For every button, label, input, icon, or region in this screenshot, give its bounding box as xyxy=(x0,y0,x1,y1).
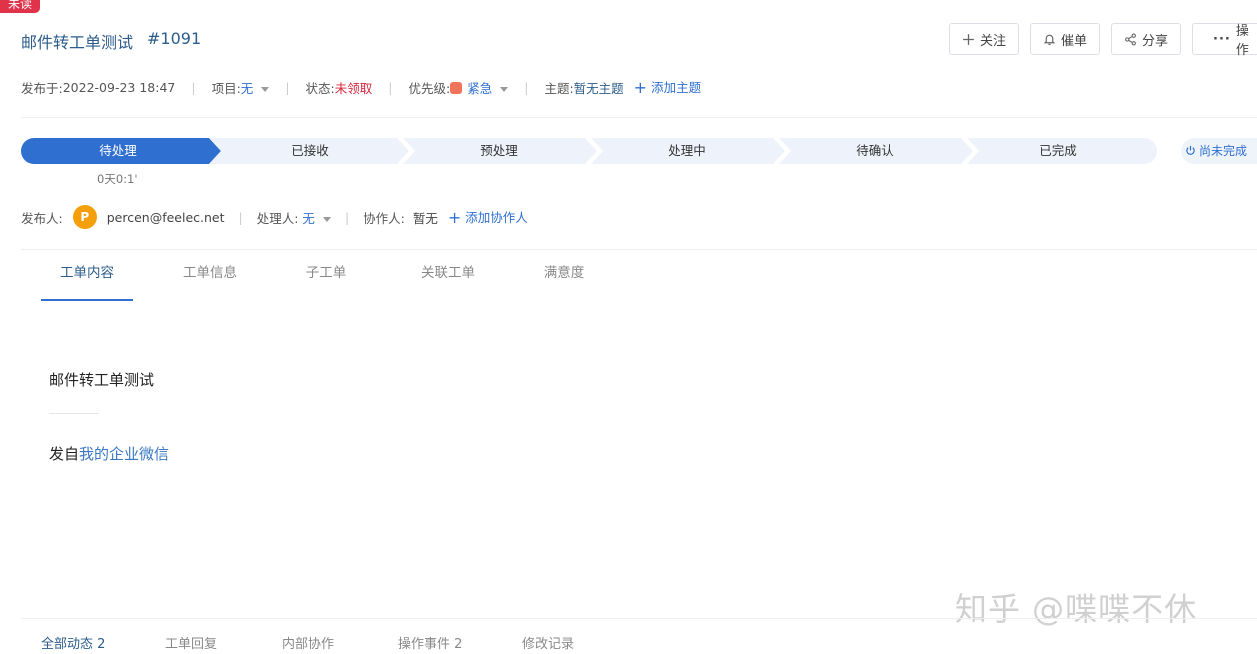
ticket-meta: 发布于: 2022-09-23 18:47 | 项目: 无 | 状态: 未领取 … xyxy=(21,77,702,97)
divider xyxy=(21,117,1257,118)
divider xyxy=(21,618,1257,619)
avatar: P xyxy=(72,205,97,229)
ticket-title-text: 邮件转工单测试 xyxy=(21,33,134,52)
top-actions: 关注 催单 分享 ··· 操作 xyxy=(949,23,1257,58)
ticket-title: 邮件转工单测试 #1091 xyxy=(21,29,201,53)
tab-related-ticket[interactable]: 关联工单 xyxy=(407,256,489,301)
collaborator-value: 暂无 xyxy=(412,210,438,226)
chevron-down-icon xyxy=(322,216,331,222)
more-icon: ··· xyxy=(1213,31,1231,47)
content-title: 邮件转工单测试 xyxy=(49,371,155,389)
tab-operation-events[interactable]: 操作事件 2 xyxy=(398,633,522,652)
tab-edit-history[interactable]: 修改记录 xyxy=(522,633,574,652)
ticket-number: #1091 xyxy=(147,29,202,48)
progress-steps: 待处理 已接收 预处理 处理中 待确认 已完成 xyxy=(21,138,1157,164)
ticket-tabs: 工单内容 工单信息 子工单 关联工单 满意度 xyxy=(41,256,595,301)
step-done[interactable]: 已完成 xyxy=(969,138,1147,164)
chevron-down-icon xyxy=(500,86,509,92)
divider xyxy=(21,249,1257,250)
publisher-email: percen@feelec.net xyxy=(106,209,225,225)
step-elapsed-time: 0天0:1' xyxy=(97,172,138,186)
priority-color-icon xyxy=(450,81,463,94)
add-topic-link[interactable]: + 添加主题 xyxy=(634,77,701,97)
topic-value: 暂无主题 xyxy=(573,80,624,96)
tab-internal-collab[interactable]: 内部协作 xyxy=(282,633,398,652)
step-preprocess[interactable]: 预处理 xyxy=(405,138,593,164)
plus-icon xyxy=(963,33,974,45)
plus-icon: + xyxy=(447,208,462,227)
published-time: 2022-09-23 18:47 xyxy=(62,79,176,95)
tab-sub-ticket[interactable]: 子工单 xyxy=(295,256,357,301)
step-pending[interactable]: 待处理 xyxy=(21,138,215,164)
step-confirm[interactable]: 待确认 xyxy=(781,138,969,164)
tab-ticket-reply[interactable]: 工单回复 xyxy=(165,633,282,652)
people-row: 发布人: P percen@feelec.net | 处理人: 无 | 协作人:… xyxy=(21,205,528,229)
tab-all-activity[interactable]: 全部动态 2 xyxy=(41,633,165,652)
chevron-down-icon xyxy=(261,86,270,92)
plus-icon: + xyxy=(633,78,648,97)
status-value: 未领取 xyxy=(334,80,373,96)
power-icon xyxy=(1186,145,1195,155)
project-select[interactable]: 无 xyxy=(241,78,270,97)
share-icon xyxy=(1125,33,1136,45)
step-received[interactable]: 已接收 xyxy=(215,138,405,164)
activity-tabs: 全部动态 2 工单回复 内部协作 操作事件 2 修改记录 xyxy=(41,633,574,652)
operate-button[interactable]: ··· 操作 xyxy=(1192,23,1257,58)
priority-select[interactable]: 紧急 xyxy=(450,78,509,97)
tab-ticket-info[interactable]: 工单信息 xyxy=(169,256,251,301)
watermark: 知乎 @喋喋不休 xyxy=(955,590,1198,628)
unread-badge: 未读 xyxy=(0,0,41,13)
not-finished-button[interactable]: 尚未完成 xyxy=(1181,138,1257,164)
follow-button[interactable]: 关注 xyxy=(949,23,1019,55)
tab-satisfaction[interactable]: 满意度 xyxy=(533,256,595,301)
tab-ticket-content[interactable]: 工单内容 xyxy=(41,256,133,301)
urge-button[interactable]: 催单 xyxy=(1030,23,1100,55)
add-collaborator-link[interactable]: + 添加协作人 xyxy=(448,207,528,227)
bell-icon xyxy=(1043,34,1056,45)
content-divider xyxy=(49,413,99,414)
step-processing[interactable]: 处理中 xyxy=(593,138,781,164)
source-link[interactable]: 我的企业微信 xyxy=(79,445,169,463)
share-button[interactable]: 分享 xyxy=(1111,23,1181,55)
handler-select[interactable]: 无 xyxy=(302,208,331,227)
content-source: 发自我的企业微信 xyxy=(49,445,170,463)
